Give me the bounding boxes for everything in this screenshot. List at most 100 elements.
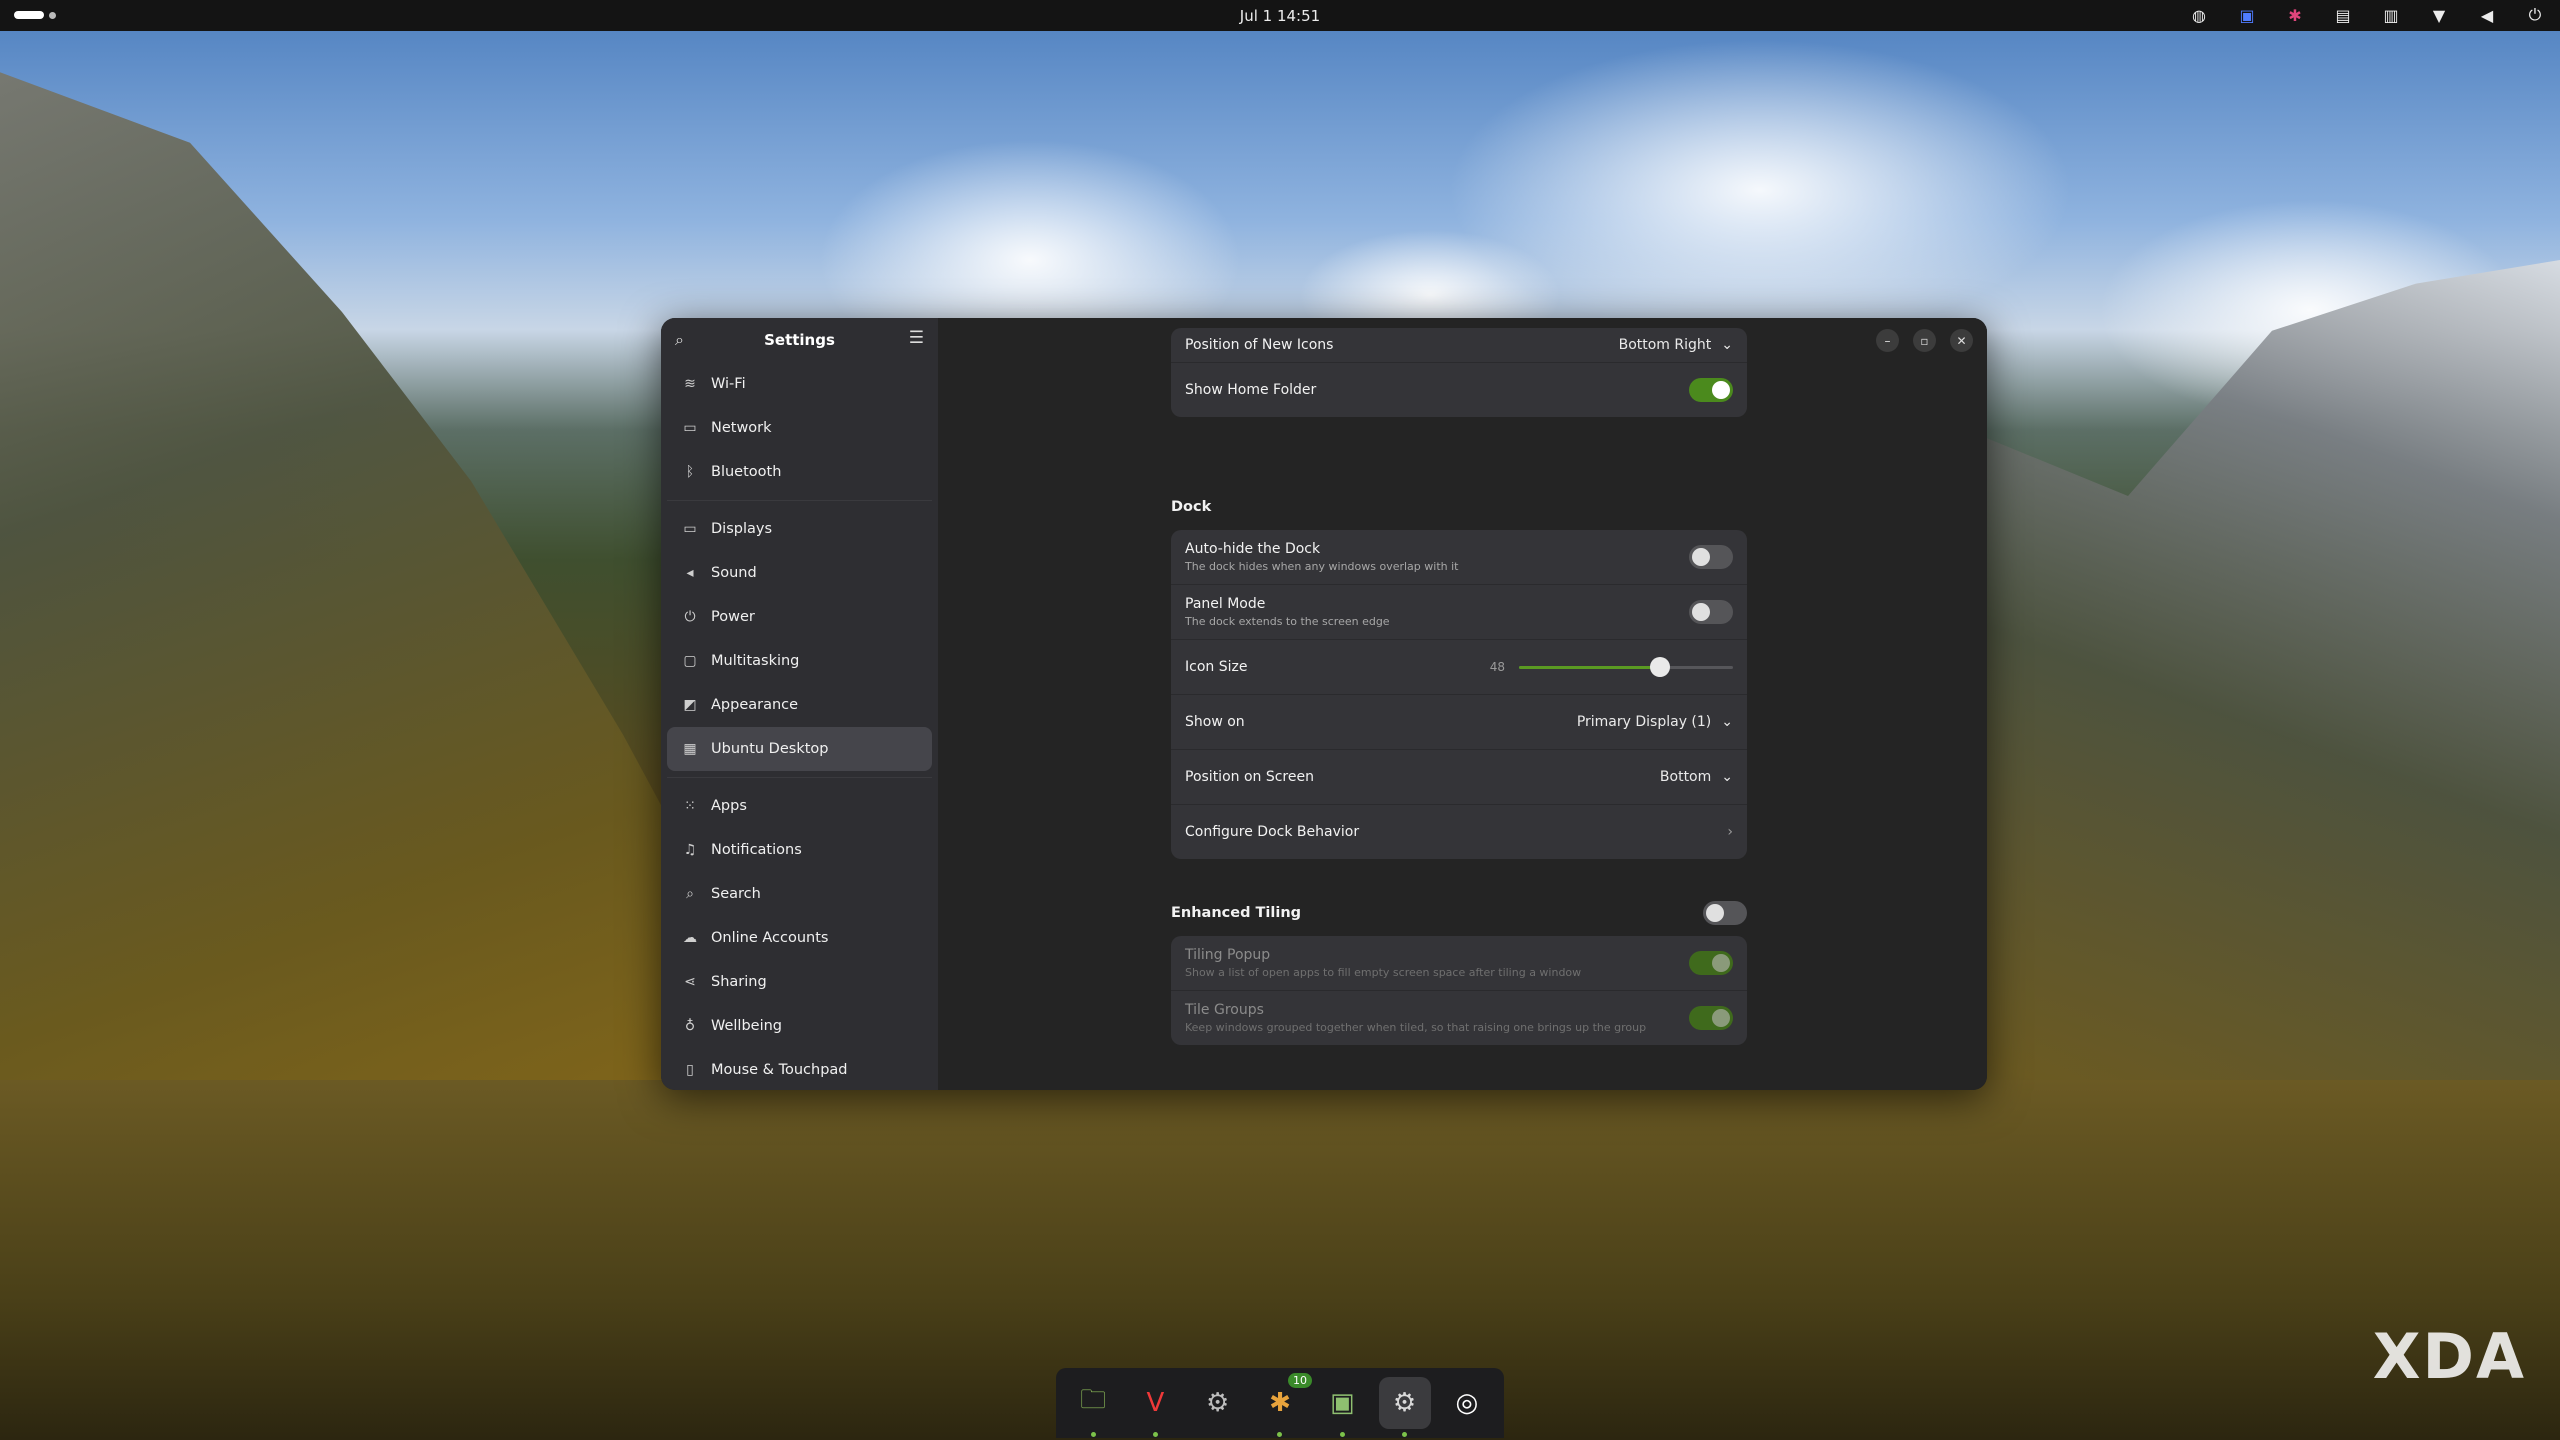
sidebar-item-apps[interactable]: ⁙ Apps [667, 784, 932, 828]
icon-size-label: Icon Size [1185, 659, 1248, 675]
sidebar-item-appearance[interactable]: ◩ Appearance [667, 683, 932, 727]
new-icons-position-label: Position of New Icons [1185, 337, 1334, 353]
sidebar-separator [667, 777, 932, 778]
power-icon[interactable]: ⏻ [2524, 5, 2546, 25]
bell-icon: ♫ [683, 842, 697, 858]
wifi-icon: ≋ [684, 376, 696, 392]
running-indicator [1402, 1432, 1408, 1437]
dock-section-title: Dock [1171, 499, 1212, 515]
show-on-row[interactable]: Show on Primary Display (1) ⌄ [1171, 694, 1747, 749]
tile-groups-row: Tile Groups Keep windows grouped together… [1171, 990, 1747, 1045]
maximize-icon: ▫ [1920, 333, 1929, 348]
tiling-section-title: Enhanced Tiling [1171, 905, 1302, 921]
slack-tray-icon[interactable]: ✱ [2284, 6, 2306, 25]
slack-icon[interactable]: ✱ 10 [1254, 1373, 1312, 1437]
sidebar-item-label: Sound [711, 565, 757, 581]
sidebar-title: Settings [764, 331, 835, 349]
notification-badge: 10 [1287, 1373, 1312, 1388]
content-pane: Ubuntu Desktop – ▫ ✕ Position of New Ico… [938, 318, 1987, 1090]
volume-icon[interactable]: ◀ [2476, 6, 2498, 25]
sidebar-item-label: Wi-Fi [711, 376, 746, 392]
system-tray: ◍ ▣ ✱ ▤ ▥ ▼ ◀ ⏻ [2188, 5, 2546, 25]
configure-dock-label: Configure Dock Behavior [1185, 824, 1360, 840]
gnome-settings-icon[interactable]: ⚙ [1378, 1377, 1431, 1437]
sidebar-item-sound[interactable]: ◂ Sound [667, 551, 932, 595]
autohide-row: Auto-hide the Dock The dock hides when an… [1171, 530, 1747, 584]
menu-icon[interactable]: ☰ [909, 328, 924, 348]
dock-position-value: Bottom [1659, 769, 1712, 785]
sidebar-item-label: Sharing [711, 974, 767, 990]
tiling-header: Enhanced Tiling [1171, 898, 1747, 928]
settings-window: ⌕ Settings ☰ ≋ Wi-Fi ▭ Network ᛒ Bluetooth ▭ Di… [661, 318, 1987, 1090]
xda-watermark: XDA [2372, 1320, 2526, 1393]
dock-position-row[interactable]: Position on Screen Bottom ⌄ [1171, 749, 1747, 804]
sidebar-item-network[interactable]: ▭ Network [667, 406, 932, 450]
tiling-popup-row: Tiling Popup Show a list of open apps to … [1171, 936, 1747, 990]
dock: 🗀 V ⚙ ✱ 10 ▣ ⚙ ◎ [1056, 1368, 1504, 1438]
minimize-button[interactable]: – [1876, 329, 1899, 352]
switch-icon[interactable]: ▣ [1316, 1377, 1368, 1437]
slider-handle[interactable] [1650, 657, 1671, 677]
ubuntu-desktop-icon: ▦ [683, 741, 697, 757]
settings-app-icon[interactable]: ⚙ [1192, 1377, 1244, 1429]
sidebar-item-online-accounts[interactable]: ☁ Online Accounts [667, 916, 932, 960]
vivaldi-icon[interactable]: V [1129, 1377, 1181, 1437]
wifi-icon[interactable]: ▼ [2428, 6, 2450, 25]
running-indicator [1152, 1432, 1158, 1437]
show-on-value: Primary Display (1) [1576, 714, 1712, 730]
sidebar-item-wi-fi[interactable]: ≋ Wi-Fi [667, 362, 932, 406]
home-folder-toggle[interactable] [1689, 378, 1733, 402]
screenshot-icon[interactable]: ◍ [2188, 6, 2210, 25]
sidebar-item-label: Multitasking [711, 653, 800, 669]
minimize-icon: – [1884, 333, 1891, 348]
autohide-toggle[interactable] [1689, 545, 1733, 569]
sidebar-item-multitasking[interactable]: ▢ Multitasking [667, 639, 932, 683]
new-icons-position-row[interactable]: Position of New Icons Bottom Right ⌄ [1171, 328, 1747, 362]
icon-size-slider[interactable] [1519, 657, 1733, 677]
appearance-icon: ◩ [683, 697, 697, 713]
sidebar-item-wellbeing[interactable]: ♁ Wellbeing [667, 1004, 932, 1048]
ubuntu-icon[interactable]: ◎ [1441, 1377, 1493, 1429]
maximize-button[interactable]: ▫ [1913, 329, 1936, 352]
show-on-label: Show on [1185, 714, 1245, 730]
icon-size-value: 48 [1489, 660, 1505, 674]
share-icon: ⋖ [684, 974, 696, 990]
panel-mode-toggle[interactable] [1689, 600, 1733, 624]
app-indicator-icon[interactable]: ▣ [2236, 6, 2258, 25]
panel-mode-label: Panel Mode [1185, 596, 1266, 612]
bluetooth-icon: ᛒ [685, 464, 695, 480]
close-icon: ✕ [1956, 333, 1967, 348]
autohide-subtitle: The dock hides when any windows overlap … [1185, 560, 1459, 573]
chevron-down-icon: ⌄ [1721, 337, 1733, 353]
clipboard-icon[interactable]: ▤ [2332, 6, 2354, 25]
sidebar-item-label: Displays [711, 521, 773, 537]
sidebar-item-mouse-touchpad[interactable]: ▯ Mouse & Touchpad [667, 1048, 932, 1090]
dock-section: Dock Auto-hide the Dock The dock hides wh… [1171, 492, 1747, 859]
sidebar-item-displays[interactable]: ▭ Displays [667, 507, 932, 551]
clock[interactable]: Jul 1 14:51 [0, 7, 2560, 25]
sidebar-item-label: Mouse & Touchpad [711, 1062, 848, 1078]
autohide-label: Auto-hide the Dock [1185, 541, 1321, 557]
files-icon[interactable]: 🗀 [1067, 1377, 1119, 1437]
sidebar-item-label: Notifications [711, 842, 802, 858]
tiling-toggle[interactable] [1703, 901, 1747, 925]
tiling-section: Enhanced Tiling Tiling Popup Show a list … [1171, 898, 1747, 1045]
sidebar-item-ubuntu-desktop[interactable]: ▦ Ubuntu Desktop [667, 727, 932, 771]
cloud-icon: ☁ [683, 930, 697, 946]
sidebar-item-label: Network [711, 420, 772, 436]
sidebar-item-search[interactable]: ⌕ Search [667, 872, 932, 916]
configure-dock-row[interactable]: Configure Dock Behavior › [1171, 804, 1747, 859]
close-button[interactable]: ✕ [1950, 329, 1973, 352]
top-bar: Jul 1 14:51 ◍ ▣ ✱ ▤ ▥ ▼ ◀ ⏻ [0, 0, 2560, 31]
running-indicator [1090, 1432, 1096, 1437]
sidebar-item-sharing[interactable]: ⋖ Sharing [667, 960, 932, 1004]
dock-position-label: Position on Screen [1185, 769, 1314, 785]
sidebar-item-notifications[interactable]: ♫ Notifications [667, 828, 932, 872]
panel-mode-row: Panel Mode The dock extends to the screen… [1171, 584, 1747, 639]
sidebar-item-power[interactable]: ⏻ Power [667, 595, 932, 639]
sidebar-item-label: Search [711, 886, 761, 902]
sidebar-item-bluetooth[interactable]: ᛒ Bluetooth [667, 450, 932, 494]
layout-icon[interactable]: ▥ [2380, 6, 2402, 25]
multitasking-icon: ▢ [683, 653, 697, 669]
tiling-popup-label: Tiling Popup [1185, 947, 1271, 963]
